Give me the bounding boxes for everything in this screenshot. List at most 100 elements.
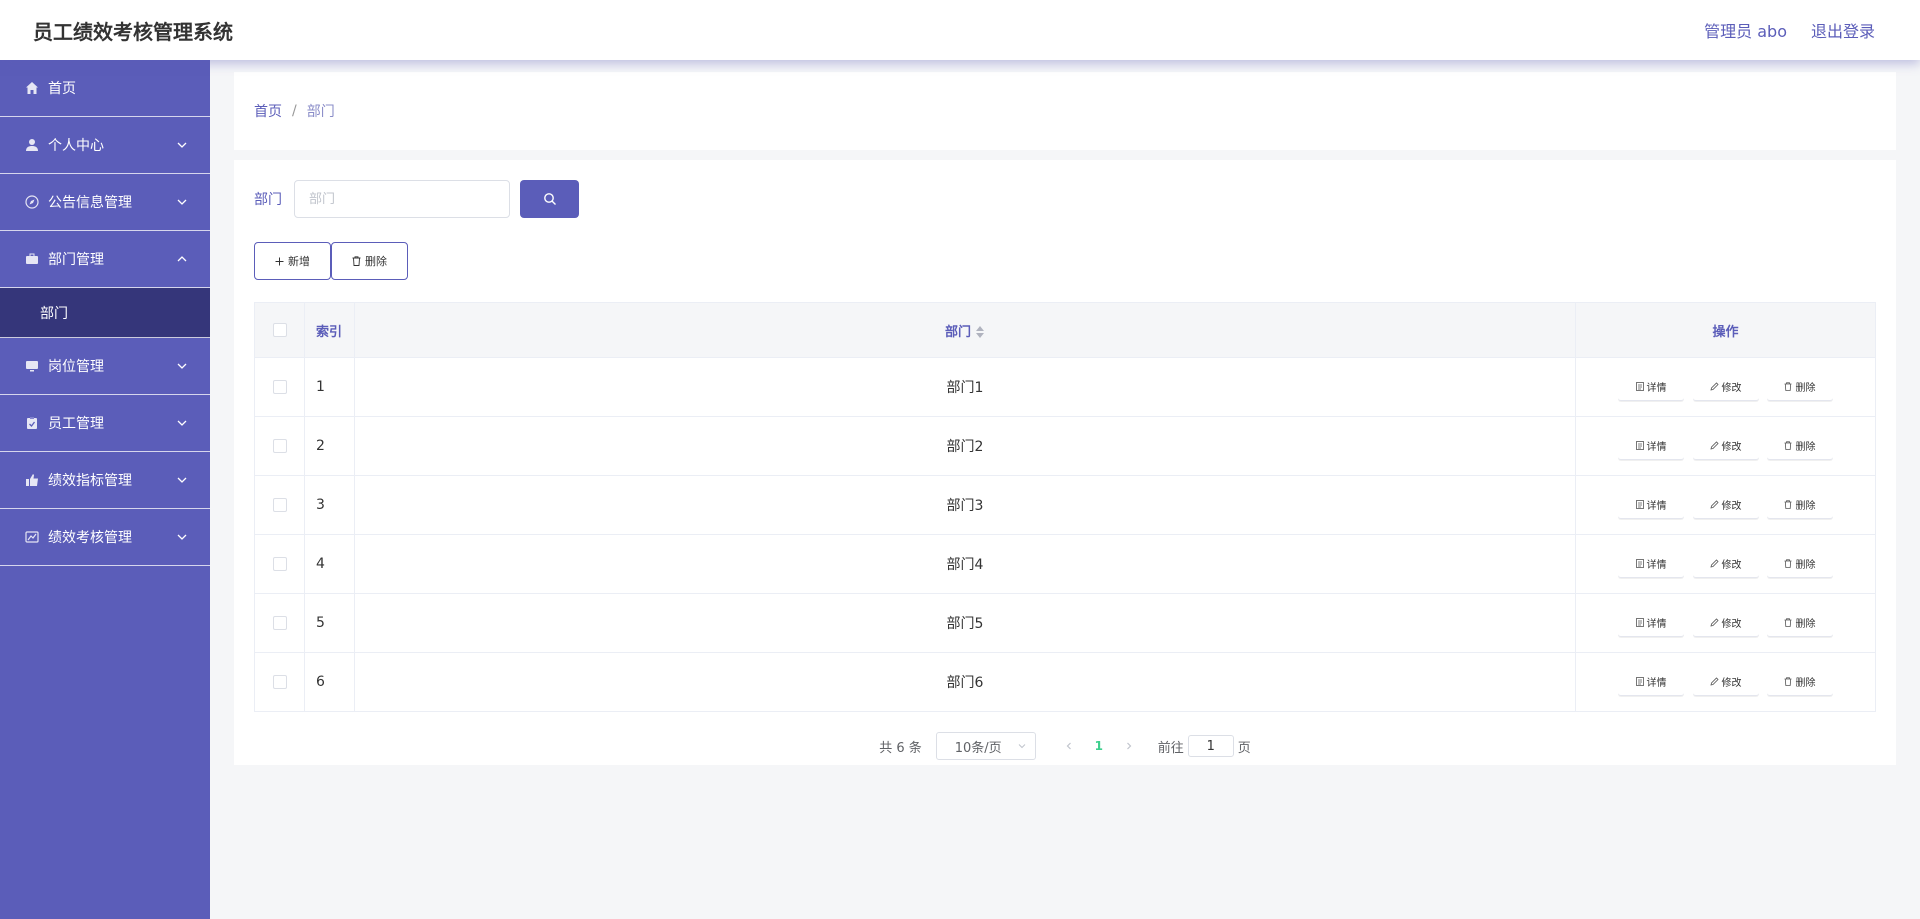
- row-index: 3: [304, 475, 355, 535]
- delete-button[interactable]: 删除: [1766, 550, 1833, 578]
- detail-button[interactable]: 详情: [1618, 668, 1685, 696]
- select-all-checkbox[interactable]: [272, 323, 287, 337]
- trash-icon: [1784, 559, 1792, 568]
- detail-button[interactable]: 详情: [1618, 550, 1685, 578]
- page-number-current[interactable]: 1: [1084, 739, 1114, 753]
- table-row: 1 部门1 详情 修改 删除: [254, 357, 1876, 417]
- detail-button-label: 详情: [1646, 383, 1667, 394]
- document-icon: [1635, 441, 1644, 450]
- row-checkbox[interactable]: [272, 439, 287, 453]
- add-button[interactable]: 新增: [254, 242, 331, 280]
- thumb-icon: [24, 473, 39, 488]
- row-checkbox[interactable]: [272, 675, 287, 689]
- goto-label: 前往: [1157, 740, 1184, 756]
- edit-button[interactable]: 修改: [1692, 432, 1759, 460]
- department-table: 索引 部门 操作 1 部门1 详情 修改 删除 2 部门2 详情 修改 删除 3…: [254, 302, 1876, 712]
- delete-button-label: 删除: [1795, 442, 1816, 453]
- edit-button-label: 修改: [1721, 442, 1742, 453]
- breadcrumb-home[interactable]: 首页: [254, 101, 282, 121]
- table-row: 6 部门6 详情 修改 删除: [254, 652, 1876, 712]
- table-row: 3 部门3 详情 修改 删除: [254, 475, 1876, 535]
- row-checkbox[interactable]: [272, 557, 287, 571]
- trash-icon: [1784, 677, 1792, 686]
- delete-button[interactable]: 删除: [1766, 609, 1833, 637]
- row-actions: 详情 修改 删除: [1575, 357, 1876, 417]
- page-size-select[interactable]: 10条/页: [935, 732, 1036, 760]
- next-page-button[interactable]: [1114, 741, 1144, 751]
- sidebar-item-department-management[interactable]: 部门管理: [0, 231, 210, 288]
- edit-button[interactable]: 修改: [1692, 373, 1759, 401]
- delete-button[interactable]: 删除: [1766, 373, 1833, 401]
- breadcrumb-separator: /: [292, 103, 297, 119]
- edit-button[interactable]: 修改: [1692, 491, 1759, 519]
- detail-button[interactable]: 详情: [1618, 491, 1685, 519]
- header-user-area: 管理员 abo 退出登录: [1704, 18, 1875, 42]
- trash-icon: [1784, 618, 1792, 627]
- batch-delete-button[interactable]: 删除: [331, 242, 408, 280]
- edit-button-label: 修改: [1721, 501, 1742, 512]
- prev-page-button[interactable]: [1054, 741, 1084, 751]
- add-button-label: 新增: [288, 256, 310, 268]
- edit-button[interactable]: 修改: [1692, 668, 1759, 696]
- row-dept-name: 部门5: [354, 593, 1576, 653]
- edit-button[interactable]: 修改: [1692, 550, 1759, 578]
- row-checkbox[interactable]: [272, 616, 287, 630]
- row-dept-name: 部门3: [354, 475, 1576, 535]
- page-size-value: 10条/页: [954, 740, 1002, 756]
- detail-button[interactable]: 详情: [1618, 609, 1685, 637]
- delete-button[interactable]: 删除: [1766, 668, 1833, 696]
- delete-button[interactable]: 删除: [1766, 432, 1833, 460]
- row-dept-name: 部门6: [354, 652, 1576, 712]
- sidebar-item-label: 岗位管理: [48, 359, 104, 375]
- app-title: 员工绩效考核管理系统: [33, 19, 233, 44]
- column-index-label: 索引: [316, 324, 343, 340]
- briefcase-icon: [24, 252, 39, 267]
- sidebar-subitem-department[interactable]: 部门: [0, 288, 210, 338]
- goto-page-input[interactable]: [1187, 735, 1234, 757]
- table-row: 4 部门4 详情 修改 删除: [254, 534, 1876, 594]
- row-index: 6: [304, 652, 355, 712]
- sidebar-item-kpi-management[interactable]: 绩效指标管理: [0, 452, 210, 509]
- search-button[interactable]: [520, 180, 579, 218]
- detail-button-label: 详情: [1646, 678, 1667, 689]
- delete-button-label: 删除: [1795, 383, 1816, 394]
- sidebar-item-personal-center[interactable]: 个人中心: [0, 117, 210, 174]
- action-bar: 新增 删除: [254, 242, 408, 280]
- row-select-cell: [254, 475, 305, 535]
- chevron-down-icon: [177, 534, 187, 540]
- chevron-down-icon: [177, 477, 187, 483]
- top-bar: 员工绩效考核管理系统 管理员 abo 退出登录: [0, 0, 1920, 60]
- sidebar-item-home[interactable]: 首页: [0, 60, 210, 117]
- column-header-dept[interactable]: 部门: [354, 302, 1576, 358]
- row-select-cell: [254, 357, 305, 417]
- row-checkbox[interactable]: [272, 498, 287, 512]
- sidebar-item-position-management[interactable]: 岗位管理: [0, 338, 210, 395]
- search-icon: [543, 193, 556, 205]
- delete-button-label: 删除: [365, 256, 387, 268]
- chevron-down-icon: [177, 142, 187, 148]
- edit-button[interactable]: 修改: [1692, 609, 1759, 637]
- user-menu[interactable]: 管理员 abo: [1704, 18, 1787, 42]
- table-header-row: 索引 部门 操作: [254, 302, 1876, 358]
- row-checkbox[interactable]: [272, 380, 287, 394]
- table-row: 2 部门2 详情 修改 删除: [254, 416, 1876, 476]
- page-suffix-label: 页: [1237, 740, 1251, 756]
- delete-button-label: 删除: [1795, 678, 1816, 689]
- sidebar-item-announcements[interactable]: 公告信息管理: [0, 174, 210, 231]
- sidebar-item-employee-management[interactable]: 员工管理: [0, 395, 210, 452]
- edit-button-label: 修改: [1721, 678, 1742, 689]
- delete-button[interactable]: 删除: [1766, 491, 1833, 519]
- document-icon: [1635, 382, 1644, 391]
- row-index: 1: [304, 357, 355, 417]
- sidebar-item-appraisal-management[interactable]: 绩效考核管理: [0, 509, 210, 566]
- logout-link[interactable]: 退出登录: [1811, 18, 1875, 42]
- detail-button[interactable]: 详情: [1618, 432, 1685, 460]
- pencil-icon: [1709, 559, 1719, 568]
- search-input[interactable]: [294, 180, 510, 218]
- plus-icon: [275, 257, 284, 265]
- column-ops-label: 操作: [1712, 324, 1739, 340]
- pagination: 共 6 条 10条/页 1 前往 页: [234, 732, 1896, 760]
- sort-icon[interactable]: [975, 325, 985, 339]
- row-actions: 详情 修改 删除: [1575, 593, 1876, 653]
- detail-button[interactable]: 详情: [1618, 373, 1685, 401]
